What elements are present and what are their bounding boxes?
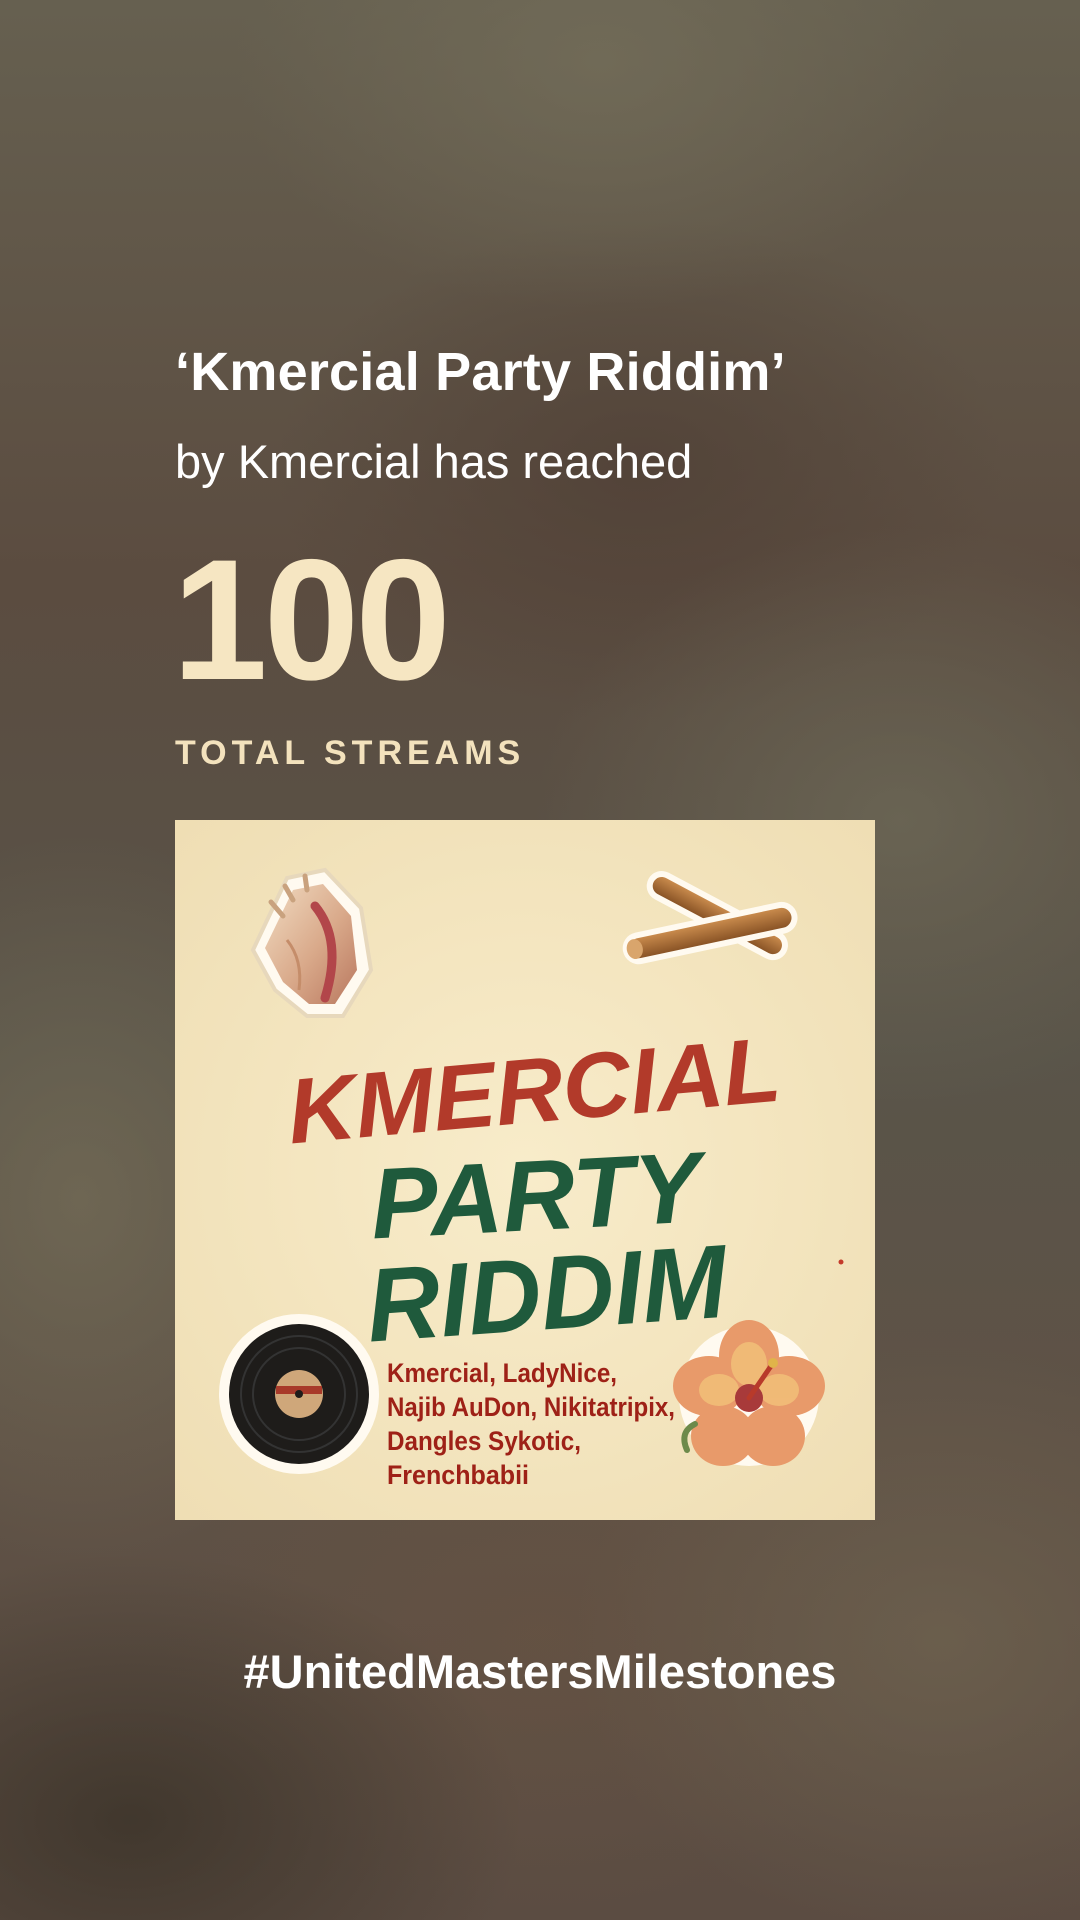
cover-artist-line-4: Frenchbabii	[387, 1460, 529, 1490]
milestone-hashtag: #UnitedMastersMilestones	[243, 1645, 837, 1698]
song-title: ‘Kmercial Party Riddim’	[175, 342, 786, 402]
vinyl-record-icon	[219, 1314, 379, 1474]
album-cover: KMERCIAL PARTY RIDDIM Kmercial, LadyNice…	[175, 820, 875, 1520]
stream-count-label: TOTAL STREAMS	[175, 734, 526, 772]
cover-artist-line-2: Najib AuDon, Nikitatripix,	[387, 1392, 675, 1422]
cover-artist-line-1: Kmercial, LadyNice,	[387, 1358, 617, 1388]
cover-artist-line-3: Dangles Sykotic,	[387, 1426, 581, 1456]
artist-subtitle: by Kmercial has reached	[175, 435, 693, 488]
stream-count: 100	[172, 524, 451, 716]
